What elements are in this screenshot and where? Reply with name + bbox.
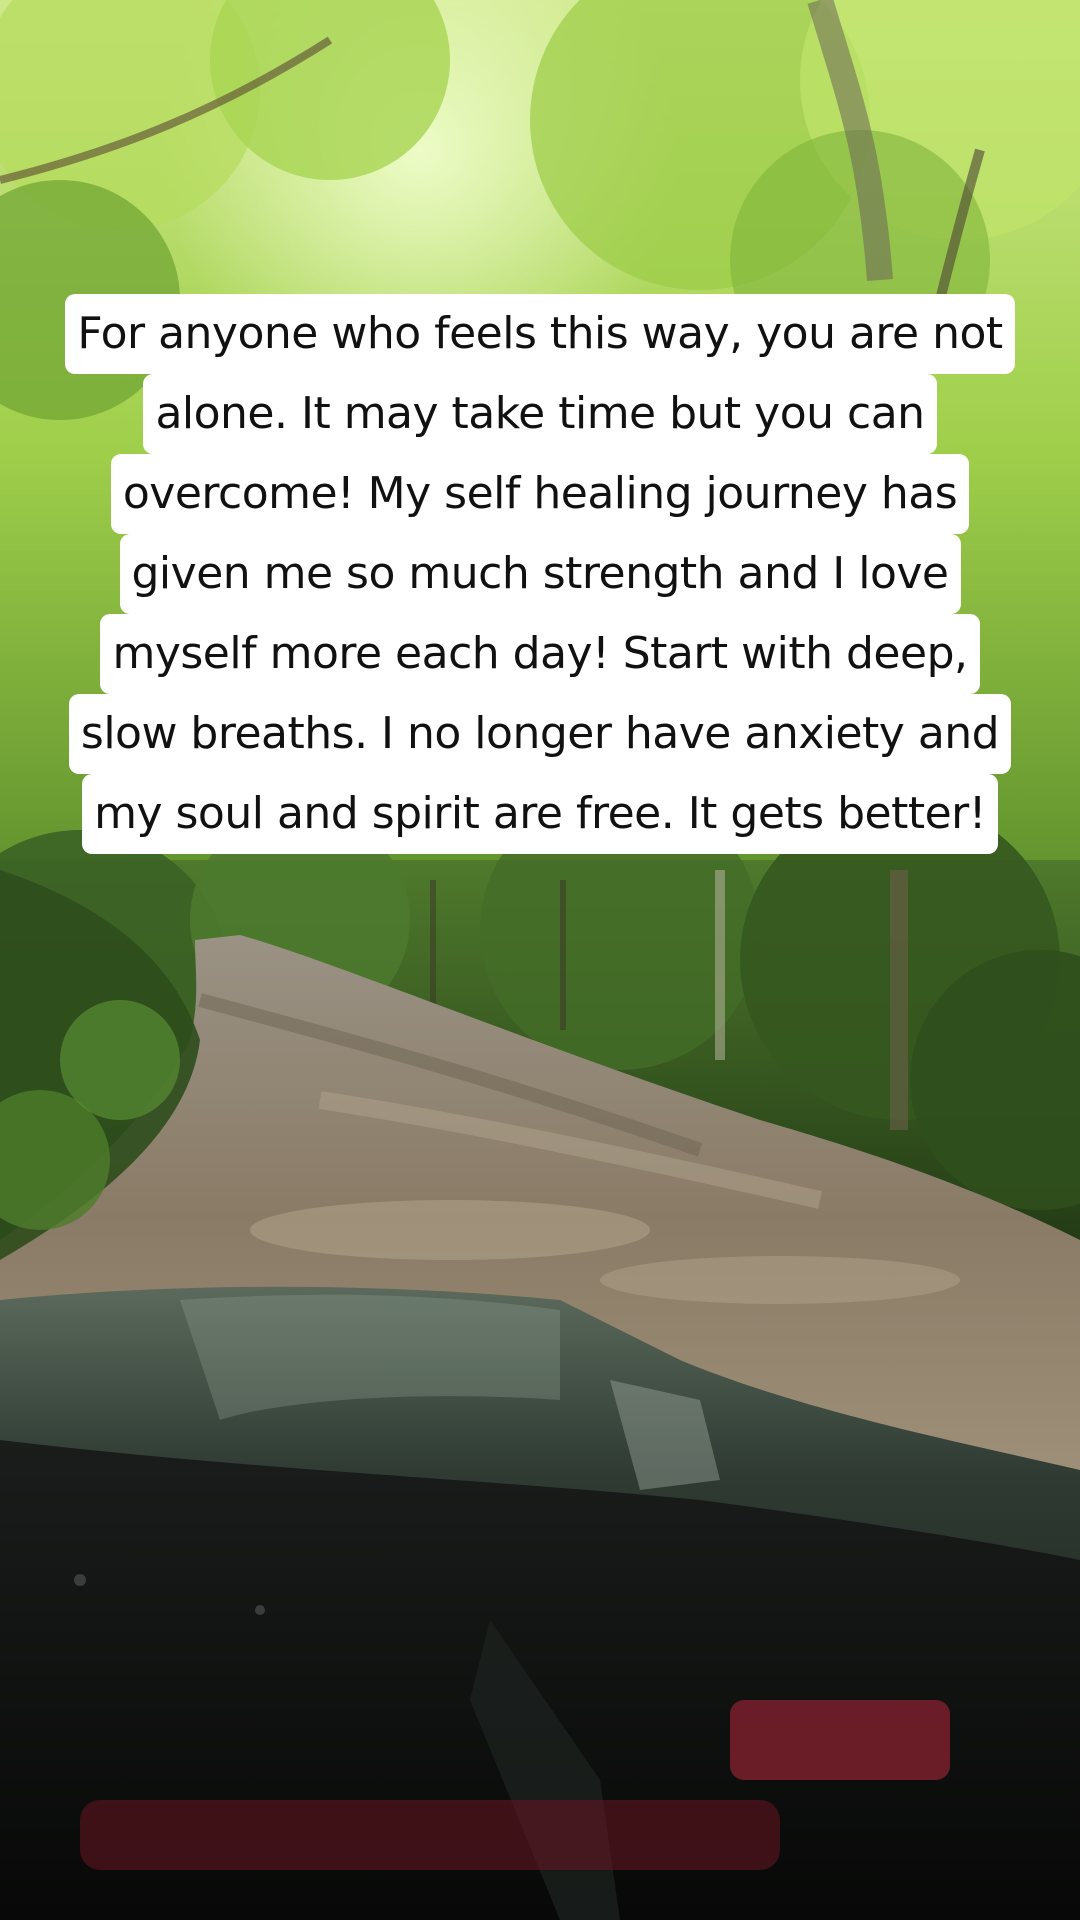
caption-line-1: For anyone who feels this way, you are n… [65, 294, 1015, 374]
caption-line-4: given me so much strength and I love [119, 534, 961, 614]
caption-line-7: my soul and spirit are free. It gets bet… [82, 774, 998, 854]
caption-line-6: slow breaths. I no longer have anxiety a… [68, 694, 1012, 774]
forest-road-photo [0, 0, 1080, 1920]
caption-overlay: For anyone who feels this way, you are n… [0, 294, 1080, 854]
red-dash-accent [730, 1700, 950, 1780]
caption-line-5: myself more each day! Start with deep, [100, 614, 980, 694]
video-frame: For anyone who feels this way, you are n… [0, 0, 1080, 1920]
caption-line-2: alone. It may take time but you can [143, 374, 937, 454]
caption-line-3: overcome! My self healing journey has [110, 454, 970, 534]
